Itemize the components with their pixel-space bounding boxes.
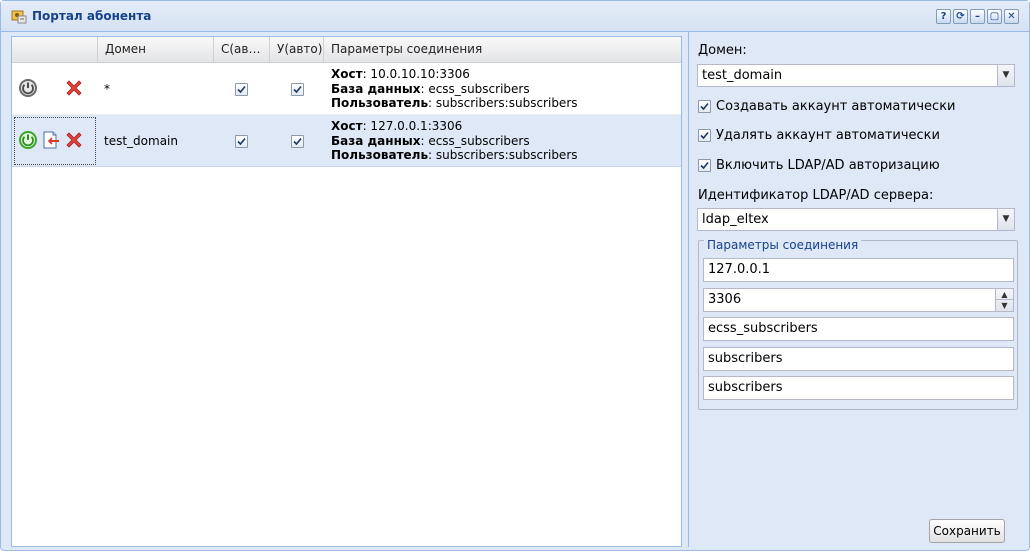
host-label: Хост	[331, 67, 363, 81]
domains-grid: Домен С(ав… У(авто) Параметры соединения	[11, 36, 682, 547]
db-label: База данных	[331, 81, 421, 96]
minimize-icon[interactable]: –	[970, 9, 985, 24]
ldap-server-combobox[interactable]: ldap_eltex ▼	[697, 208, 1015, 231]
delete-icon[interactable]	[64, 78, 84, 98]
row-create-auto-cell	[214, 63, 270, 115]
save-button[interactable]: Сохранить	[929, 519, 1005, 543]
column-header-actions[interactable]	[12, 37, 98, 62]
user-value: : subscribers:subscribers	[428, 96, 578, 110]
port-field-value: 3306	[708, 292, 742, 307]
ldap-server-combobox-value: ldap_eltex	[702, 212, 769, 227]
window-title: Портал абонента	[32, 9, 152, 23]
delete-auto-checkbox[interactable]	[698, 129, 711, 142]
column-header-delete-auto[interactable]: У(авто)	[270, 37, 324, 62]
domain-label: Домен:	[698, 43, 747, 58]
chevron-down-icon[interactable]: ▼	[997, 65, 1014, 86]
row-delete-auto-checkbox[interactable]	[291, 83, 304, 96]
connection-legend: Параметры соединения	[704, 239, 862, 251]
power-on-icon[interactable]	[18, 130, 38, 150]
edit-record-icon[interactable]	[41, 130, 61, 150]
row-actions	[12, 63, 98, 115]
password-field[interactable]: subscribers	[703, 376, 1014, 400]
db-value: : ecss_subscribers	[420, 81, 530, 96]
database-field[interactable]: ecss_subscribers	[703, 317, 1014, 341]
row-delete-auto-cell	[270, 115, 324, 167]
chevron-down-icon[interactable]: ▼	[997, 209, 1014, 230]
portal-app-icon	[11, 8, 27, 24]
column-header-create-auto[interactable]: С(ав…	[214, 37, 270, 62]
domain-combobox-value: test_domain	[702, 68, 783, 83]
power-off-icon[interactable]	[18, 78, 38, 98]
create-auto-label[interactable]: Создавать аккаунт автоматически	[716, 98, 956, 116]
row-domain: *	[104, 82, 110, 96]
host-value: : 10.0.10.10:3306	[362, 67, 470, 81]
refresh-icon[interactable]: ⟳	[953, 9, 968, 24]
row-params: Хост: 127.0.0.1:3306 База данных: ecss_s…	[324, 115, 680, 167]
row-domain: test_domain	[104, 134, 178, 148]
column-header-params[interactable]: Параметры соединения	[324, 37, 681, 62]
row-delete-auto-checkbox[interactable]	[291, 135, 304, 148]
row-create-auto-checkbox[interactable]	[235, 135, 248, 148]
delete-icon[interactable]	[64, 130, 84, 150]
row-delete-auto-cell	[270, 63, 324, 115]
ldap-enable-label[interactable]: Включить LDAP/AD авторизацию	[716, 157, 940, 175]
table-row[interactable]: test_domain Хост: 127.0.0.1:3306 База да…	[12, 115, 681, 167]
user-label: Пользователь	[331, 96, 429, 110]
port-spinner[interactable]: ▲ ▼	[995, 289, 1013, 311]
host-value: : 127.0.0.1:3306	[362, 119, 463, 133]
ldap-server-label: Идентификатор LDAP/AD сервера:	[698, 188, 934, 203]
grid-header: Домен С(ав… У(авто) Параметры соединения	[12, 37, 681, 63]
db-value: : ecss_subscribers	[420, 133, 530, 148]
domain-combobox[interactable]: test_domain ▼	[697, 64, 1015, 87]
help-icon[interactable]: ?	[936, 9, 951, 24]
column-header-domain[interactable]: Домен	[98, 37, 214, 62]
host-label: Хост	[331, 119, 363, 133]
close-icon[interactable]: ✕	[1004, 9, 1019, 24]
spin-down-icon[interactable]: ▼	[996, 300, 1013, 311]
row-params: Хост: 10.0.10.10:3306 База данных: ecss_…	[324, 63, 680, 115]
spin-up-icon[interactable]: ▲	[996, 289, 1013, 300]
db-label: База данных	[331, 133, 421, 148]
user-label: Пользователь	[331, 148, 429, 162]
subscriber-portal-window: Портал абонента ? ⟳ – ▢ ✕ Домен С(ав… У(…	[0, 0, 1030, 551]
window-tools: ? ⟳ – ▢ ✕	[936, 9, 1019, 24]
user-field[interactable]: subscribers	[703, 347, 1014, 371]
row-create-auto-checkbox[interactable]	[235, 83, 248, 96]
table-row[interactable]: * Хост: 10.0.10.10:3306 База данных: ecs…	[12, 63, 681, 115]
maximize-icon[interactable]: ▢	[987, 9, 1002, 24]
ldap-enable-checkbox[interactable]	[698, 159, 711, 172]
create-auto-checkbox[interactable]	[698, 100, 711, 113]
window-titlebar[interactable]: Портал абонента ? ⟳ – ▢ ✕	[1, 1, 1029, 32]
user-value: : subscribers:subscribers	[428, 148, 578, 162]
delete-auto-label[interactable]: Удалять аккаунт автоматически	[716, 127, 940, 145]
row-actions	[12, 115, 98, 167]
port-field[interactable]: 3306 ▲ ▼	[703, 288, 1014, 312]
row-create-auto-cell	[214, 115, 270, 167]
host-field[interactable]: 127.0.0.1	[703, 258, 1014, 282]
